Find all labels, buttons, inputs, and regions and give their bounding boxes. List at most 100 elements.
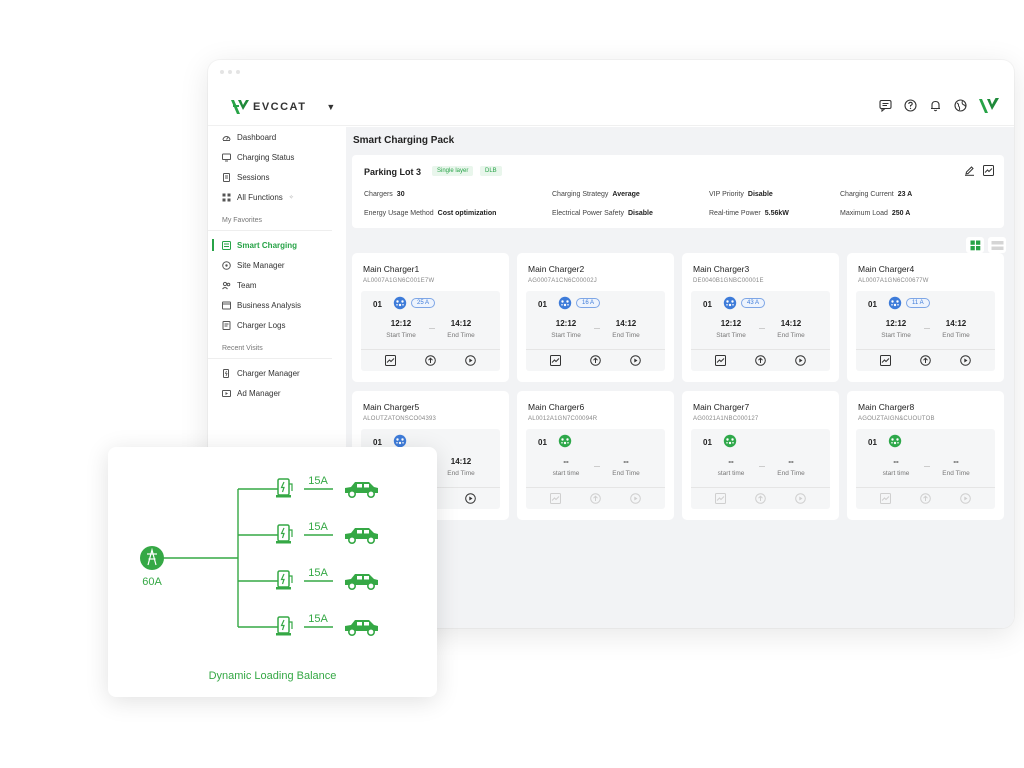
connector-number: 01 [868,438,877,447]
connector-plug-icon [393,296,407,310]
charger-name: Main Charger5 [363,402,420,412]
upload-icon[interactable] [755,355,766,366]
chart-icon[interactable] [550,493,561,504]
grid-view-icon[interactable] [966,237,984,253]
charger-name: Main Charger4 [858,264,915,274]
play-icon[interactable] [795,493,806,504]
sidebar-item-charging-status[interactable]: Charging Status [208,147,346,167]
upload-icon[interactable] [425,355,436,366]
start-time-block: 12:12 Start Time [546,319,586,339]
logo-icon[interactable] [978,97,1000,113]
edit-icon[interactable] [964,163,975,181]
connector-number: 01 [703,300,712,309]
time-divider [429,328,435,329]
chart-icon[interactable] [715,355,726,366]
chart-icon[interactable] [880,355,891,366]
connector-number: 01 [538,300,547,309]
start-time-block: -- start time [711,457,751,477]
start-time-label: start time [552,470,580,477]
sidebar-item-team[interactable]: Team [208,275,346,295]
sidebar-item-smart-charging[interactable]: Smart Charging [208,235,346,255]
play-icon[interactable] [630,355,641,366]
sidebar-item-label: Team [237,280,257,290]
bell-icon[interactable] [928,98,943,113]
lot-name: Parking Lot 3 [364,167,422,177]
smart-charging-icon [222,240,231,250]
charger-card[interactable]: Main Charger1 AL0007A1GN6C001E7W 01 25 A 12:… [352,253,509,382]
current-badge: 16 A [576,298,601,308]
chart-icon[interactable] [385,355,396,366]
sidebar-item-business-analysis[interactable]: Business Analysis [208,295,346,315]
play-icon[interactable] [795,355,806,366]
sidebar-item-charger-manager[interactable]: Charger Manager [208,363,346,383]
end-time-block: -- End Time [771,457,811,477]
start-time-value: 12:12 [720,319,742,328]
dashboard-icon [222,133,231,142]
connector-panel: 01 16 A 12:12 Start Time 14:12 End Time [526,291,665,371]
charger-card[interactable]: Main Charger8 AGOUZTAIGN&CUOUTOB 01 -- start… [847,391,1004,520]
message-icon[interactable] [878,98,893,113]
charger-actions [856,349,995,371]
start-time-label: Start Time [551,332,581,339]
upload-icon[interactable] [590,493,601,504]
start-time-block: -- start time [546,457,586,477]
start-time-block: 12:12 Start Time [381,319,421,339]
dlb-diagram-card: 60A 15A 15A 15A 15A Dynamic Loading Bala… [108,447,437,697]
brand-switcher[interactable]: EVCCAT ▼ [230,98,335,116]
connector-plug-icon [888,296,902,310]
charger-actions [691,487,830,509]
sidebar-item-ad-manager[interactable]: Ad Manager [208,383,346,403]
end-time-value: 14:12 [780,319,802,328]
charger-card[interactable]: Main Charger4 AL0007A1GN6C00677W 01 11 A 12:… [847,253,1004,382]
sidebar-item-sessions[interactable]: Sessions [208,167,346,187]
charger-actions [526,487,665,509]
charger-serial: AL0007A1GN6C00677W [858,278,929,284]
logs-icon [222,320,231,330]
list-view-icon[interactable] [988,237,1006,253]
main-content: Smart Charging Pack Parking Lot 3 Single… [346,127,1014,628]
time-divider [594,328,600,329]
start-time-value: 12:12 [555,319,577,328]
play-icon[interactable] [630,493,641,504]
charger-card[interactable]: Main Charger7 AG0021A1NBC000127 01 -- start … [682,391,839,520]
dlb-title: Dynamic Loading Balance [208,670,337,682]
charger-card[interactable]: Main Charger6 AL0012A1GN7C00094R 01 -- start… [517,391,674,520]
globe-icon[interactable] [953,98,968,113]
time-divider [594,466,600,467]
chevron-down-icon[interactable]: ▼ [326,102,335,112]
chart-icon[interactable] [715,493,726,504]
charger-card[interactable]: Main Charger3 DE0040B1GNBC00001E 01 43 A 12:… [682,253,839,382]
connector-plug-icon [393,434,407,448]
chart-icon[interactable] [983,163,994,181]
upload-icon[interactable] [920,355,931,366]
end-time-value: 14:12 [450,457,472,466]
sidebar-item-all-functions[interactable]: All Functions ✧ [208,187,346,207]
start-time-block: 12:12 Start Time [876,319,916,339]
end-time-value: -- [953,457,959,466]
play-icon[interactable] [465,493,476,504]
play-icon[interactable] [960,355,971,366]
upload-icon[interactable] [590,355,601,366]
sidebar-item-label: Ad Manager [237,388,281,398]
sidebar-item-label: Sessions [237,172,270,182]
current-badge: 11 A [906,298,930,308]
field-realtime-power: Real-time Power 5.56kW [709,210,789,217]
play-icon[interactable] [465,355,476,366]
help-icon[interactable] [903,98,918,113]
branch-amps-label: 15A [308,475,328,487]
chart-icon[interactable] [550,355,561,366]
end-time-block: 14:12 End Time [771,319,811,339]
top-bar: EVCCAT ▼ [208,88,1014,126]
window-dots [220,70,240,74]
charger-actions [361,349,500,371]
charger-card[interactable]: Main Charger2 AG0007A1CN6C00002J 01 16 A 12:… [517,253,674,382]
charger-serial: AG0021A1NBC000127 [693,416,759,422]
sidebar-item-site-manager[interactable]: Site Manager [208,255,346,275]
end-time-label: End Time [942,470,970,477]
play-icon[interactable] [960,493,971,504]
sidebar-item-charger-logs[interactable]: Charger Logs [208,315,346,335]
chart-icon[interactable] [880,493,891,504]
sidebar-item-dashboard[interactable]: Dashboard [208,127,346,147]
upload-icon[interactable] [920,493,931,504]
upload-icon[interactable] [755,493,766,504]
